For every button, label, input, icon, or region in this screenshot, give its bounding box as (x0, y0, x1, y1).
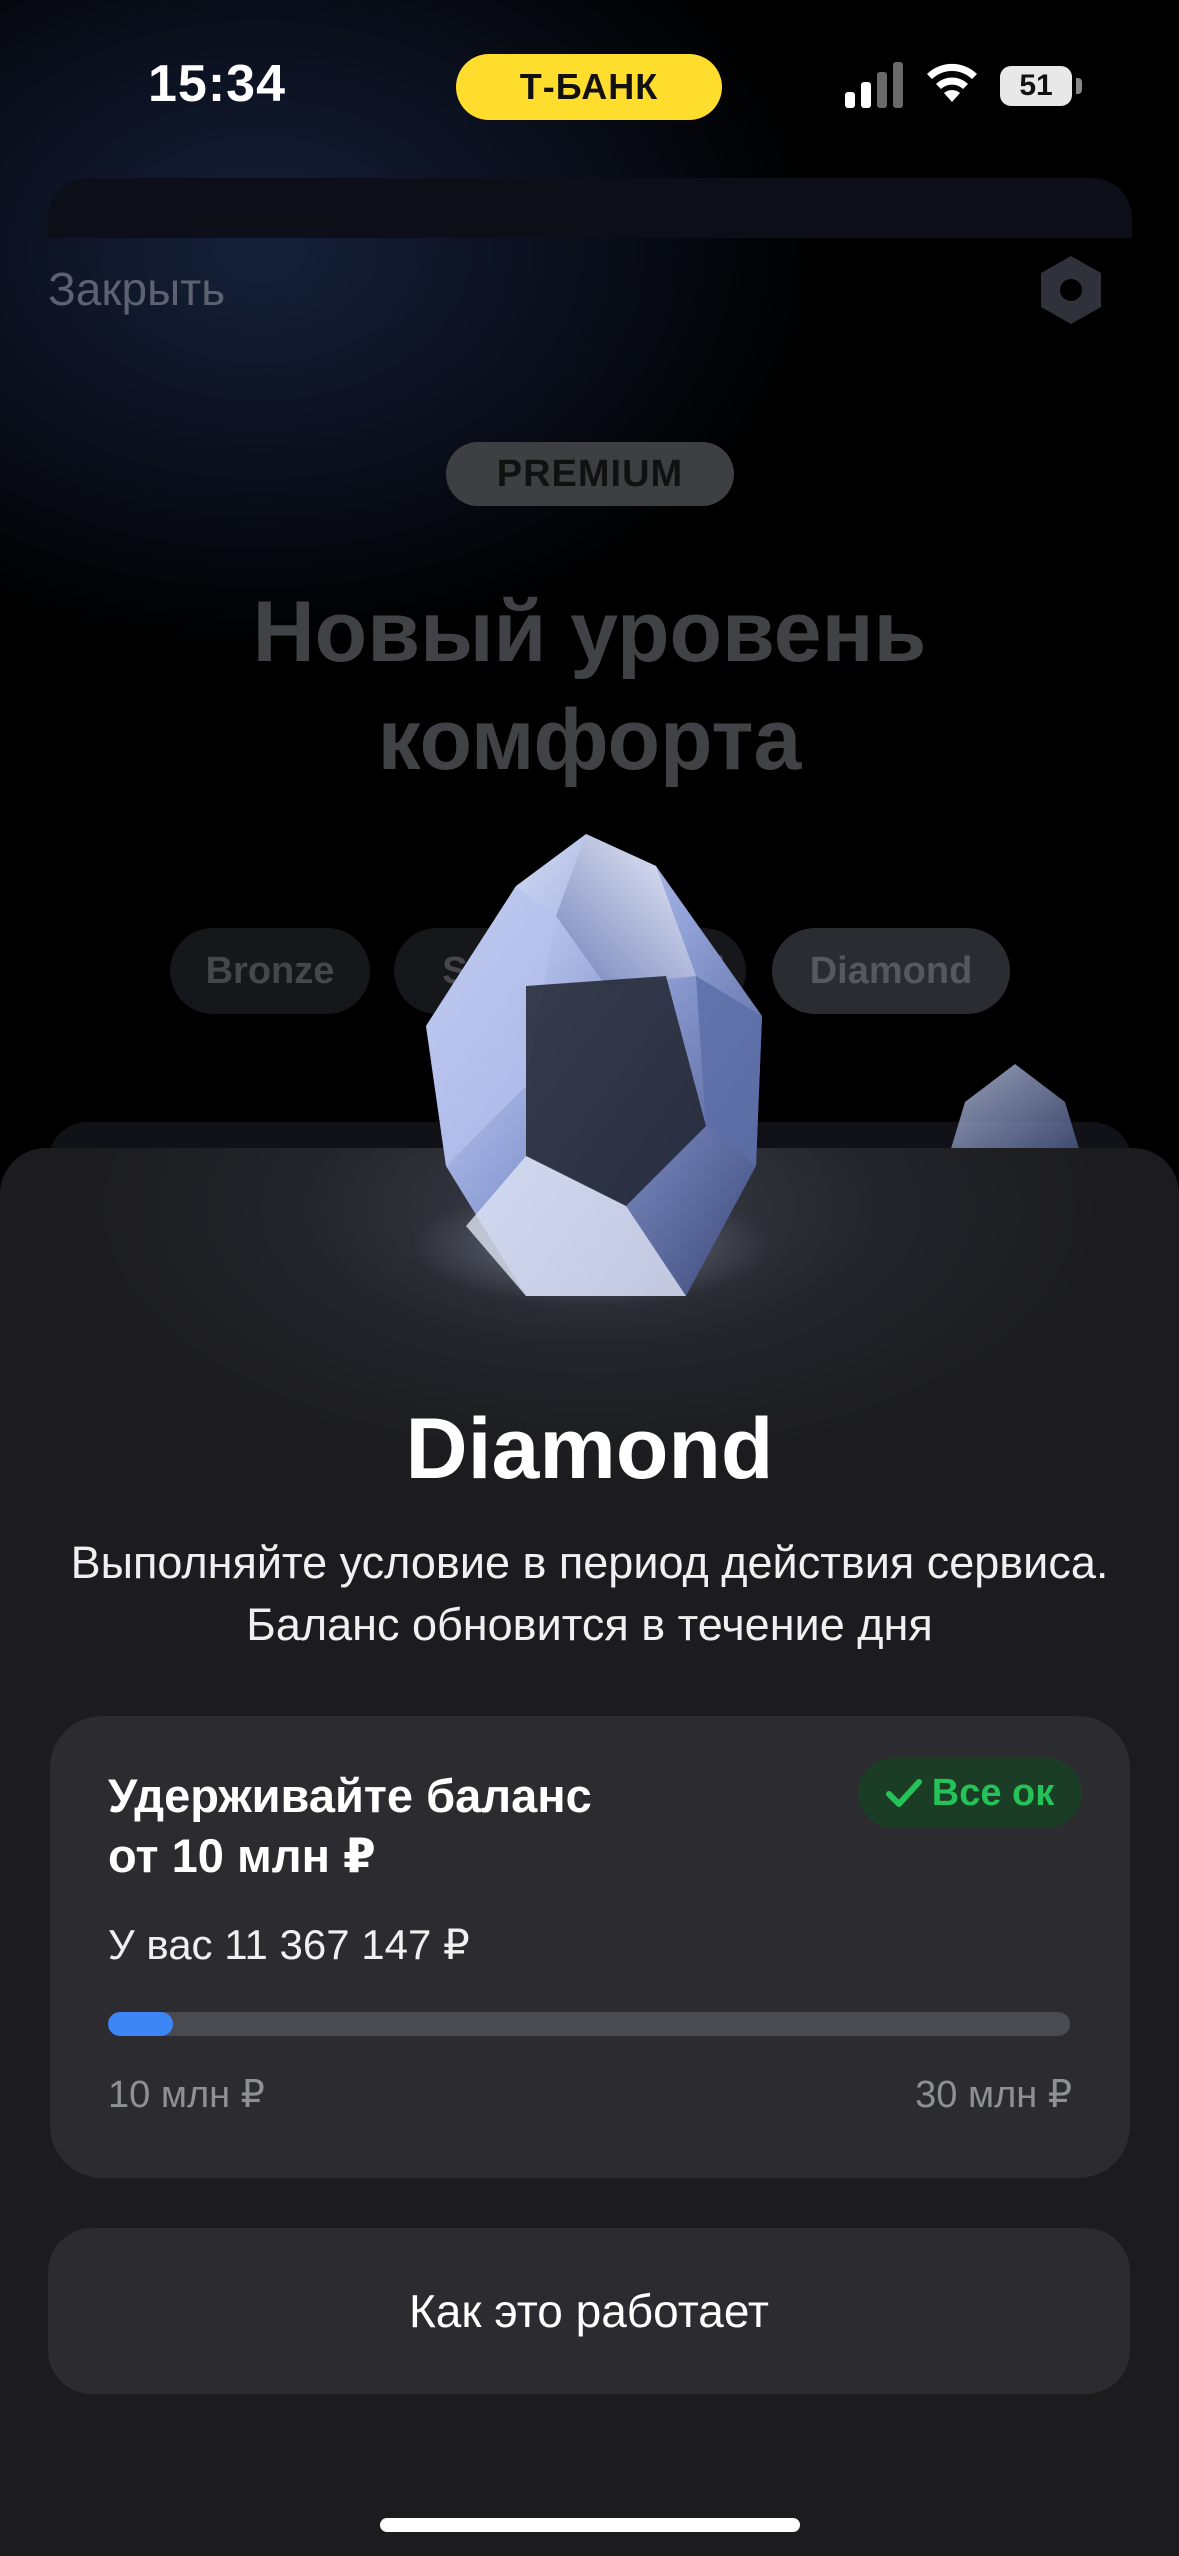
balance-progress-bar (108, 2012, 1070, 2036)
diamond-image (411, 834, 771, 1306)
condition-card: Удерживайте баланс от 10 млн ₽ Все ок У … (50, 1716, 1130, 2178)
status-badge-label: Все ок (931, 1771, 1055, 1814)
background-card-edge (48, 178, 1132, 238)
background-title-line2: комфорта (377, 692, 802, 788)
small-diamond-image (950, 1064, 1080, 1152)
tab-diamond[interactable]: Diamond (772, 928, 1010, 1014)
condition-title: Удерживайте баланс от 10 млн ₽ (108, 1766, 708, 1886)
battery-icon: 51 (1000, 66, 1072, 106)
sheet-description: Выполняйте условие в период действия сер… (70, 1537, 1109, 1650)
bank-badge: Т-БАНК (456, 54, 722, 120)
status-badge: Все ок (858, 1758, 1082, 1828)
home-indicator (380, 2518, 800, 2532)
balance-progress-fill (108, 2012, 174, 2036)
premium-badge: PREMIUM (446, 442, 734, 506)
close-link[interactable]: Закрыть (48, 262, 225, 316)
tab-bronze[interactable]: Bronze (170, 928, 370, 1014)
range-max-label: 30 млн ₽ (915, 2074, 1072, 2116)
condition-title-line1: Удерживайте баланс (108, 1769, 592, 1822)
condition-title-line2: от 10 млн ₽ (108, 1829, 376, 1882)
background-title-line1: Новый уровень (252, 584, 927, 680)
sheet-title: Diamond (405, 1401, 774, 1497)
background-title: Новый уровень комфорта (0, 578, 1179, 794)
range-min-label: 10 млн ₽ (108, 2074, 265, 2116)
how-it-works-button[interactable]: Как это работает (48, 2228, 1130, 2394)
battery-tip (1076, 78, 1082, 94)
status-bar: 15:34 Т-БАНК 51 (0, 0, 1179, 180)
check-icon (885, 1779, 922, 1807)
hexagon-icon[interactable] (1038, 254, 1104, 326)
signal-icon (845, 62, 903, 108)
wifi-icon (927, 63, 977, 102)
status-time: 15:34 (148, 55, 286, 113)
current-balance: У вас 11 367 147 ₽ (108, 1921, 470, 1968)
